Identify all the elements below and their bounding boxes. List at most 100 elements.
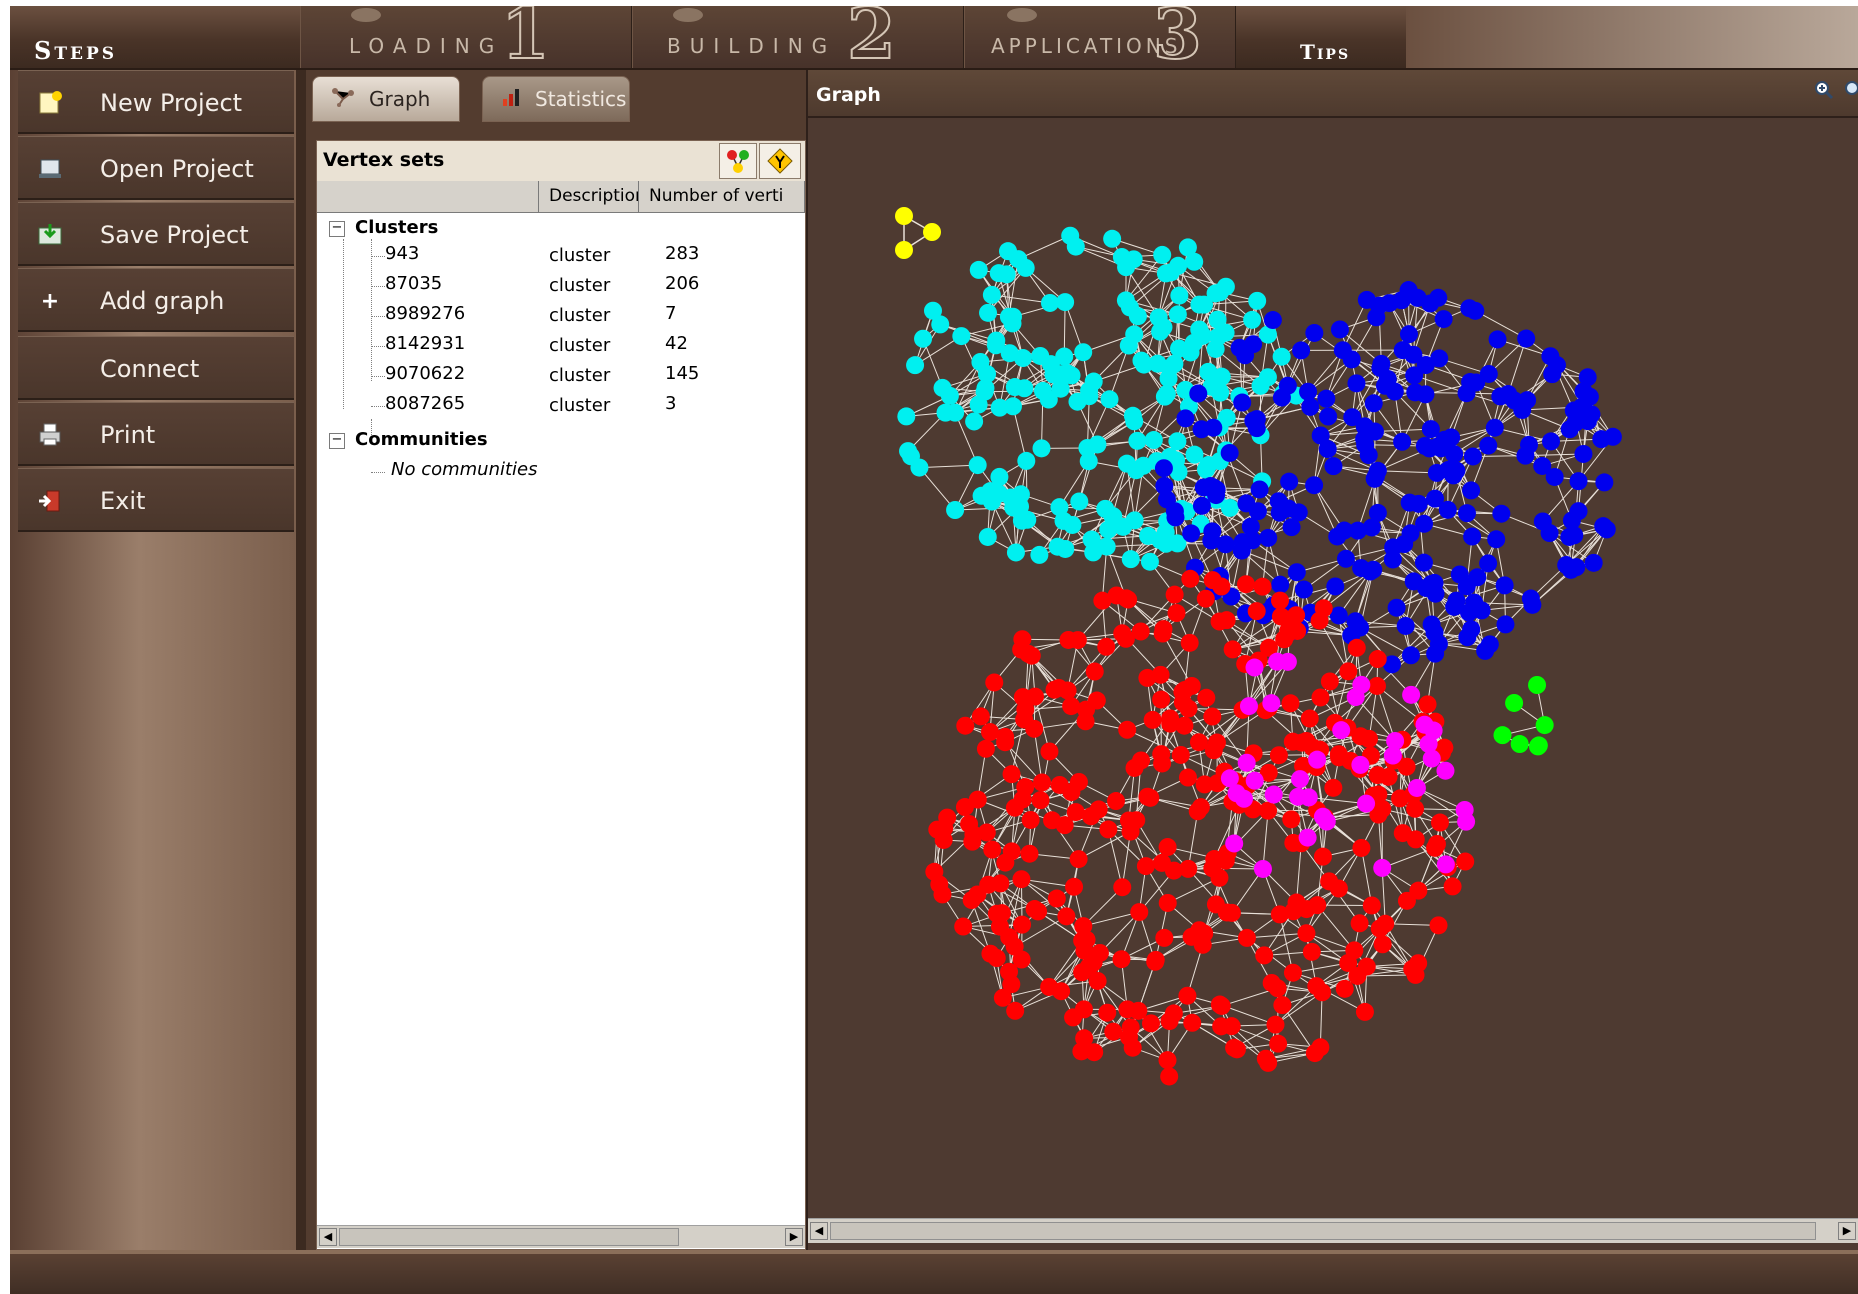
scroll-right-arrow[interactable]: ▶	[1838, 1222, 1856, 1240]
graph-node[interactable]	[1273, 996, 1292, 1015]
graph-node[interactable]	[1125, 325, 1144, 344]
graph-node[interactable]	[1339, 662, 1358, 681]
graph-node[interactable]	[1066, 237, 1085, 256]
graph-node[interactable]	[1017, 451, 1036, 470]
graph-node[interactable]	[1005, 798, 1024, 817]
graph-node[interactable]	[1000, 928, 1019, 947]
graph-node[interactable]	[992, 904, 1011, 923]
graph-node[interactable]	[1317, 389, 1336, 408]
graph-node[interactable]	[1248, 502, 1267, 521]
graph-node[interactable]	[1155, 928, 1174, 947]
graph-node[interactable]	[1420, 439, 1439, 458]
graph-node[interactable]	[1439, 461, 1458, 480]
graph-node[interactable]	[1250, 480, 1269, 499]
graph-node[interactable]	[1256, 1049, 1275, 1068]
graph-node[interactable]	[1455, 800, 1474, 819]
graph-node[interactable]	[1313, 807, 1332, 826]
graph-node[interactable]	[1168, 305, 1187, 324]
graph-node[interactable]	[1153, 245, 1172, 264]
graph-node[interactable]	[1033, 381, 1052, 400]
graph-node[interactable]	[1364, 394, 1383, 413]
vertex-sets-hscrollbar[interactable]: ◀ ▶	[317, 1225, 805, 1248]
graph-node[interactable]	[1057, 907, 1076, 926]
table-row[interactable]: 87035 cluster 206	[317, 273, 805, 299]
graph-node[interactable]	[1258, 368, 1277, 387]
graph-node[interactable]	[1391, 789, 1410, 808]
graph-node[interactable]	[1243, 310, 1262, 329]
graph-node[interactable]	[1392, 291, 1411, 310]
graph-node[interactable]	[1472, 601, 1491, 620]
graph-node[interactable]	[1130, 903, 1149, 922]
graph-node[interactable]	[1461, 373, 1480, 392]
graph-node[interactable]	[1367, 308, 1386, 327]
graph-node[interactable]	[1146, 950, 1165, 969]
graph-node[interactable]	[1084, 372, 1103, 391]
graph-node[interactable]	[1012, 640, 1031, 659]
graph-node[interactable]	[1237, 575, 1256, 594]
graph-node[interactable]	[1106, 792, 1125, 811]
graph-node[interactable]	[1144, 431, 1163, 450]
graph-node[interactable]	[1319, 407, 1338, 426]
graph-node[interactable]	[1292, 341, 1311, 360]
graph-node[interactable]	[1236, 346, 1255, 365]
graph-node[interactable]	[1117, 258, 1136, 277]
graph-node[interactable]	[1197, 688, 1216, 707]
graph-node[interactable]	[1220, 769, 1239, 788]
graph-canvas[interactable]	[808, 118, 1858, 1218]
graph-node[interactable]	[1074, 343, 1093, 362]
graph-node[interactable]	[1447, 591, 1466, 610]
graph-node[interactable]	[1270, 905, 1289, 924]
graph-node[interactable]	[1100, 390, 1119, 409]
graph-node[interactable]	[1195, 295, 1214, 314]
graph-node[interactable]	[1263, 311, 1282, 330]
graph-node[interactable]	[985, 673, 1004, 692]
graph-node[interactable]	[1326, 577, 1345, 596]
graph-node[interactable]	[971, 707, 990, 726]
graph-node[interactable]	[969, 260, 988, 279]
graph-node[interactable]	[1013, 688, 1032, 707]
graph-node[interactable]	[1016, 778, 1035, 797]
graph-node[interactable]	[931, 315, 950, 334]
graph-node[interactable]	[1348, 966, 1367, 985]
graph-node[interactable]	[979, 303, 998, 322]
graph-node[interactable]	[1196, 589, 1215, 608]
graph-node[interactable]	[928, 820, 947, 839]
graph-node[interactable]	[1351, 755, 1370, 774]
graph-node[interactable]	[1005, 378, 1024, 397]
graph-node[interactable]	[1268, 652, 1287, 671]
graph-node[interactable]	[1104, 1022, 1123, 1041]
graph-node[interactable]	[1365, 469, 1384, 488]
graph-node[interactable]	[955, 798, 974, 817]
graph-node[interactable]	[1033, 773, 1052, 792]
graph-node[interactable]	[1404, 572, 1423, 591]
graph-node[interactable]	[1178, 986, 1197, 1005]
graph-node[interactable]	[1058, 681, 1077, 700]
graph-node[interactable]	[1121, 550, 1140, 569]
graph-node[interactable]	[1408, 288, 1427, 307]
step-loading[interactable]: LOADING 1	[300, 6, 632, 76]
graph-node[interactable]	[1305, 476, 1324, 495]
graph-node[interactable]	[1272, 347, 1291, 366]
graph-node[interactable]	[1170, 339, 1189, 358]
graph-node[interactable]	[1062, 697, 1081, 716]
graph-node[interactable]	[1373, 935, 1392, 954]
graph-node[interactable]	[1040, 293, 1059, 312]
graph-node[interactable]	[1357, 794, 1376, 813]
table-row[interactable]: 8087265 cluster 3	[317, 393, 805, 419]
graph-node[interactable]	[1078, 438, 1097, 457]
graph-node[interactable]	[1048, 537, 1067, 556]
graph-node[interactable]	[1283, 963, 1302, 982]
graph-node[interactable]	[1050, 498, 1069, 517]
scroll-left-arrow[interactable]: ◀	[810, 1222, 828, 1240]
graph-node[interactable]	[1436, 761, 1455, 780]
graph-node[interactable]	[1516, 446, 1535, 465]
graph-node[interactable]	[1203, 707, 1222, 726]
graph-node[interactable]	[1020, 844, 1039, 863]
graph-node[interactable]	[1193, 326, 1212, 345]
graph-node[interactable]	[1158, 838, 1177, 857]
graph-node[interactable]	[1176, 409, 1195, 428]
graph-node[interactable]	[1368, 650, 1387, 669]
graph-node[interactable]	[1460, 299, 1479, 318]
graph-node[interactable]	[1158, 893, 1177, 912]
graph-node[interactable]	[1125, 412, 1144, 431]
